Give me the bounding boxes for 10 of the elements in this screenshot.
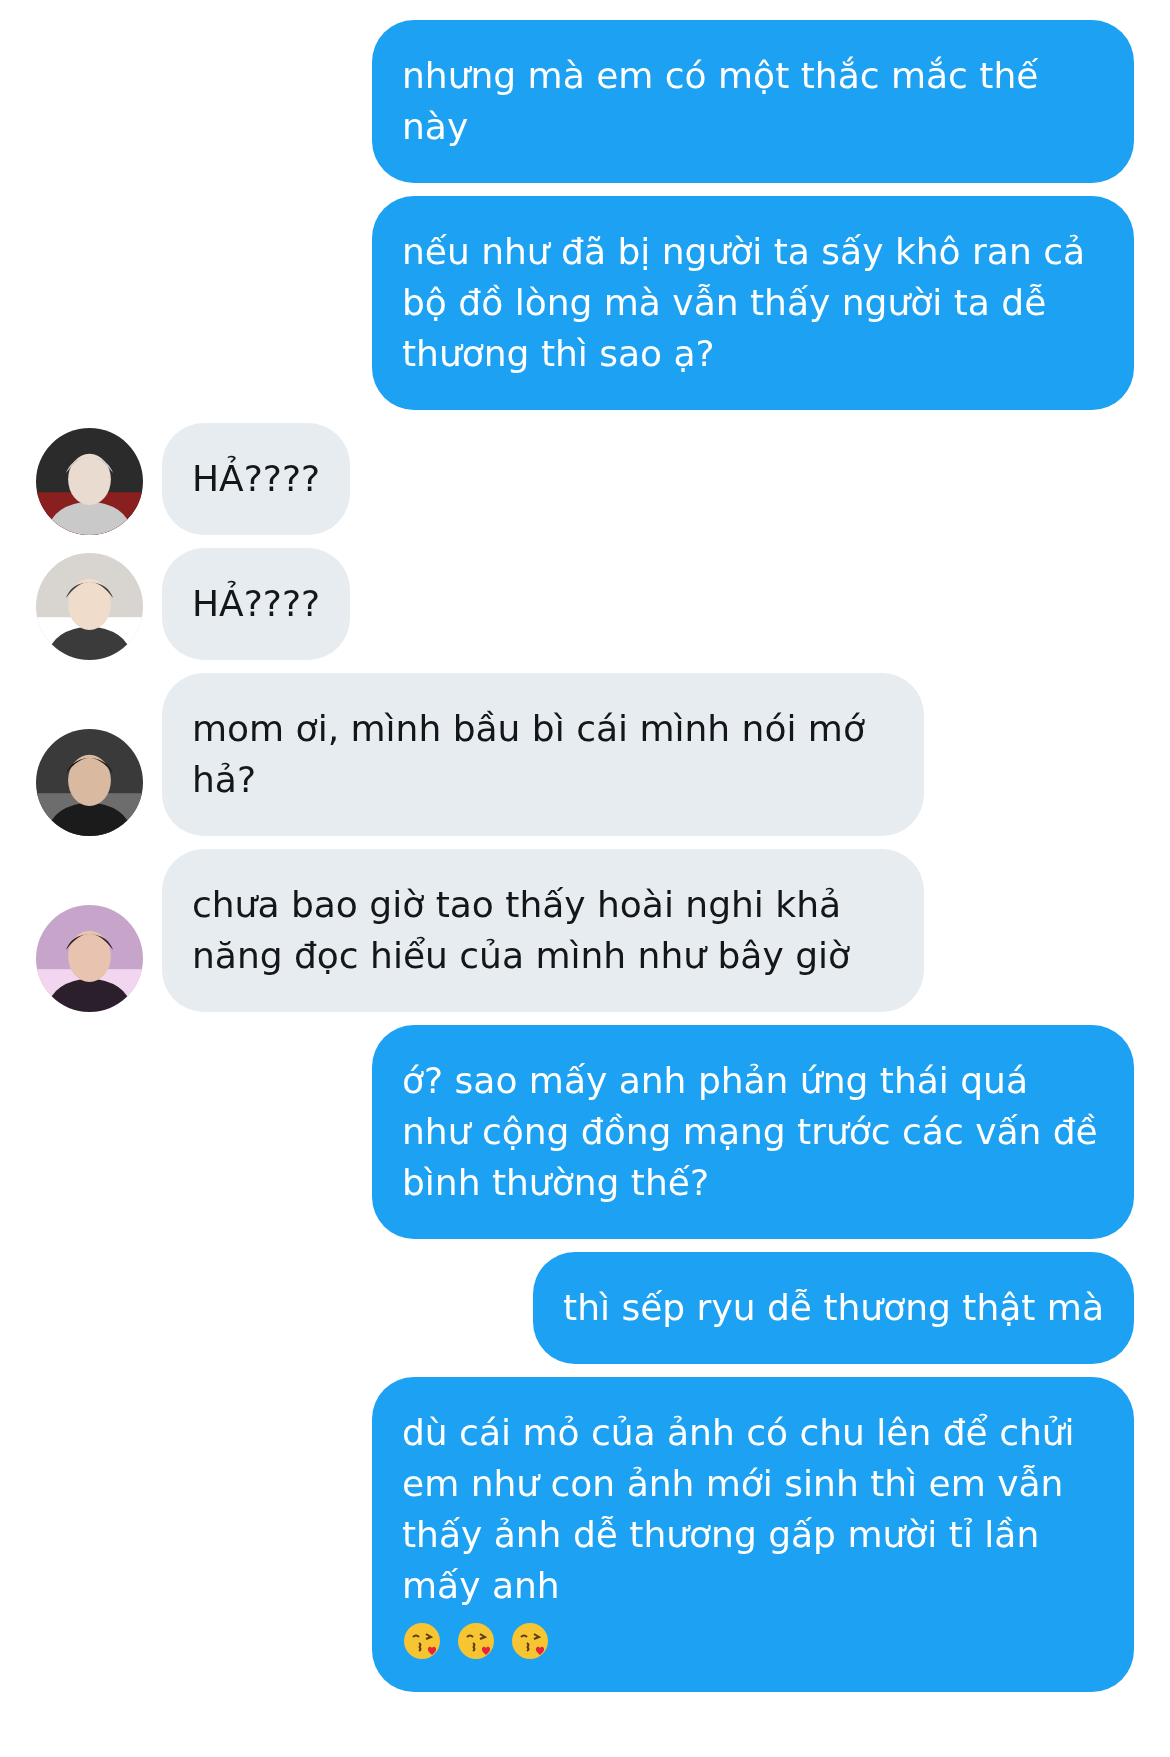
message-text: nhưng mà em có một thắc mắc thế này [402, 54, 1040, 149]
kiss-face-icon [456, 1621, 496, 1661]
message-text: ớ? sao mấy anh phản ứng thái quá như cộng đồng mạng trước các vấn đề bình thường thế? [402, 1059, 1099, 1205]
message-text: dù cái mỏ của ảnh có chu lên để chửi em như con ảnh mới sinh thì em vẫn thấy ảnh dễ thương gấp mười tỉ lần mấy anh [402, 1411, 1076, 1608]
kiss-face-icon [510, 1621, 550, 1661]
kiss-face-icon [402, 1621, 442, 1661]
message-text: mom ơi, mình bầu bì cái mình nói mớ hả? [192, 708, 865, 800]
message-text: chưa bao giờ tao thấy hoài nghi khả năng đọc hiểu của mình như bây giờ [192, 884, 851, 976]
message-text: nếu như đã bị người ta sấy khô ran cả bộ đồ lòng mà vẫn thấy người ta dễ thương thì sao ạ? [402, 230, 1086, 376]
message-text: thì sếp ryu dễ thương thật mà [563, 1286, 1104, 1330]
